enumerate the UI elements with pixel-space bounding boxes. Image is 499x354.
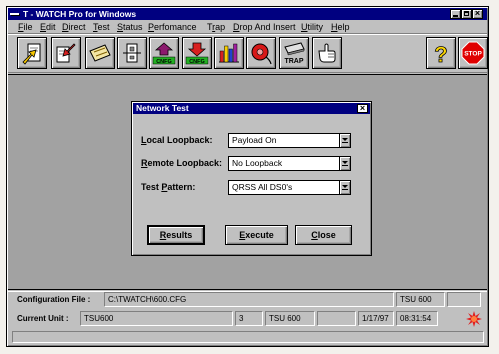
- trap-label: TRAP: [284, 58, 303, 65]
- stop-icon: STOP: [461, 41, 485, 65]
- dialog-close-button[interactable]: ×: [357, 104, 368, 113]
- message-bar: [12, 331, 484, 343]
- date-field: 1/17/97: [358, 311, 394, 326]
- menu-drop-and-insert[interactable]: Drop And Insert: [233, 21, 296, 33]
- toolbar-help-button[interactable]: ?: [426, 37, 456, 69]
- config-file-label: Configuration File :: [17, 295, 91, 304]
- menu-test[interactable]: Test: [93, 21, 110, 33]
- dropdown-arrow-icon[interactable]: [339, 181, 350, 194]
- menu-utility[interactable]: Utility: [301, 21, 323, 33]
- current-unit-label: Current Unit :: [17, 314, 69, 323]
- unit-icon: [123, 43, 141, 63]
- tape-card-icon: [89, 44, 111, 62]
- remote-loopback-value: No Loopback: [232, 158, 283, 168]
- toolbar-divider: [8, 72, 487, 73]
- menu-performance[interactable]: Perfomance: [148, 21, 197, 33]
- alarm-status-icon[interactable]: [466, 311, 482, 327]
- test-pattern-value: QRSS All DS0's: [232, 182, 293, 192]
- menu-file[interactable]: File: [18, 21, 33, 33]
- toolbar-hand-button[interactable]: [312, 37, 342, 69]
- remote-loopback-label: Remote Loopback:: [141, 158, 223, 168]
- config-file-field: C:\TWATCH\600.CFG: [104, 292, 394, 307]
- pointing-hand-icon: [318, 43, 336, 63]
- toolbar-open-button[interactable]: [17, 37, 47, 69]
- test-pattern-label: Test Pattern:: [141, 182, 196, 192]
- minimize-button[interactable]: [450, 9, 461, 19]
- close-icon: ×: [474, 8, 481, 18]
- stop-label: STOP: [464, 51, 482, 58]
- close-window-button[interactable]: ×: [472, 9, 483, 19]
- toolbar-stop-button[interactable]: STOP: [458, 37, 488, 69]
- maximize-button[interactable]: [461, 9, 472, 19]
- config-download-icon: CNFG: [185, 42, 209, 65]
- close-icon: ×: [359, 103, 366, 113]
- trap-icon: TRAP: [284, 42, 305, 65]
- current-unit-field: TSU600: [80, 311, 233, 326]
- toolbar-performance-button[interactable]: [214, 37, 244, 69]
- menu-trap[interactable]: Trap: [207, 21, 225, 33]
- dialog-title: Network Test: [136, 103, 189, 113]
- close-button[interactable]: Close: [295, 225, 352, 245]
- results-button[interactable]: Results: [147, 225, 205, 245]
- menu-help[interactable]: Help: [331, 21, 350, 33]
- menu-edit[interactable]: Edit: [40, 21, 56, 33]
- config-upload-icon: CNFG: [152, 42, 176, 65]
- system-menu-icon[interactable]: [9, 9, 20, 19]
- unit-model-field: TSU 600: [265, 311, 315, 326]
- menu-direct[interactable]: Direct: [62, 21, 86, 33]
- minimize-icon: [453, 15, 458, 17]
- performance-chart-icon: [219, 43, 239, 63]
- time-field: 08:31:54: [396, 311, 438, 326]
- local-loopback-select[interactable]: Payload On: [228, 133, 351, 148]
- local-loopback-value: Payload On: [232, 135, 277, 145]
- toolbar-dial-button[interactable]: [246, 37, 276, 69]
- config-unit-field: TSU 600: [396, 292, 445, 307]
- help-icon: ?: [434, 42, 448, 65]
- execute-button[interactable]: Execute: [225, 225, 288, 245]
- help-label: ?: [434, 42, 447, 65]
- test-pattern-select[interactable]: QRSS All DS0's: [228, 180, 351, 195]
- config-upload-tag: CNFG: [156, 59, 172, 65]
- dropdown-arrow-icon[interactable]: [339, 134, 350, 147]
- toolbar-trap-button[interactable]: TRAP: [279, 37, 309, 69]
- toolbar-config-download-button[interactable]: CNFG: [182, 37, 212, 69]
- window-title: T - WATCH Pro for Windows: [23, 9, 137, 19]
- toolbar-unit-button[interactable]: [117, 37, 147, 69]
- unit-number-field: 3: [235, 311, 263, 326]
- dropdown-arrow-icon[interactable]: [339, 157, 350, 170]
- status-empty-field: [317, 311, 356, 326]
- menu-divider-highlight: [8, 34, 487, 35]
- save-file-icon: [56, 43, 76, 63]
- menu-status[interactable]: Status: [117, 21, 143, 33]
- local-loopback-label: Local Loopback:: [141, 135, 213, 145]
- maximize-icon: [464, 11, 469, 16]
- open-file-icon: [22, 43, 41, 65]
- toolbar-config-upload-button[interactable]: CNFG: [149, 37, 179, 69]
- remote-loopback-select[interactable]: No Loopback: [228, 156, 351, 171]
- config-download-tag: CNFG: [189, 59, 205, 65]
- dial-icon: [251, 43, 272, 65]
- toolbar-save-button[interactable]: [51, 37, 81, 69]
- config-extra-field: [447, 292, 481, 307]
- toolbar-tape-card-button[interactable]: [85, 37, 115, 69]
